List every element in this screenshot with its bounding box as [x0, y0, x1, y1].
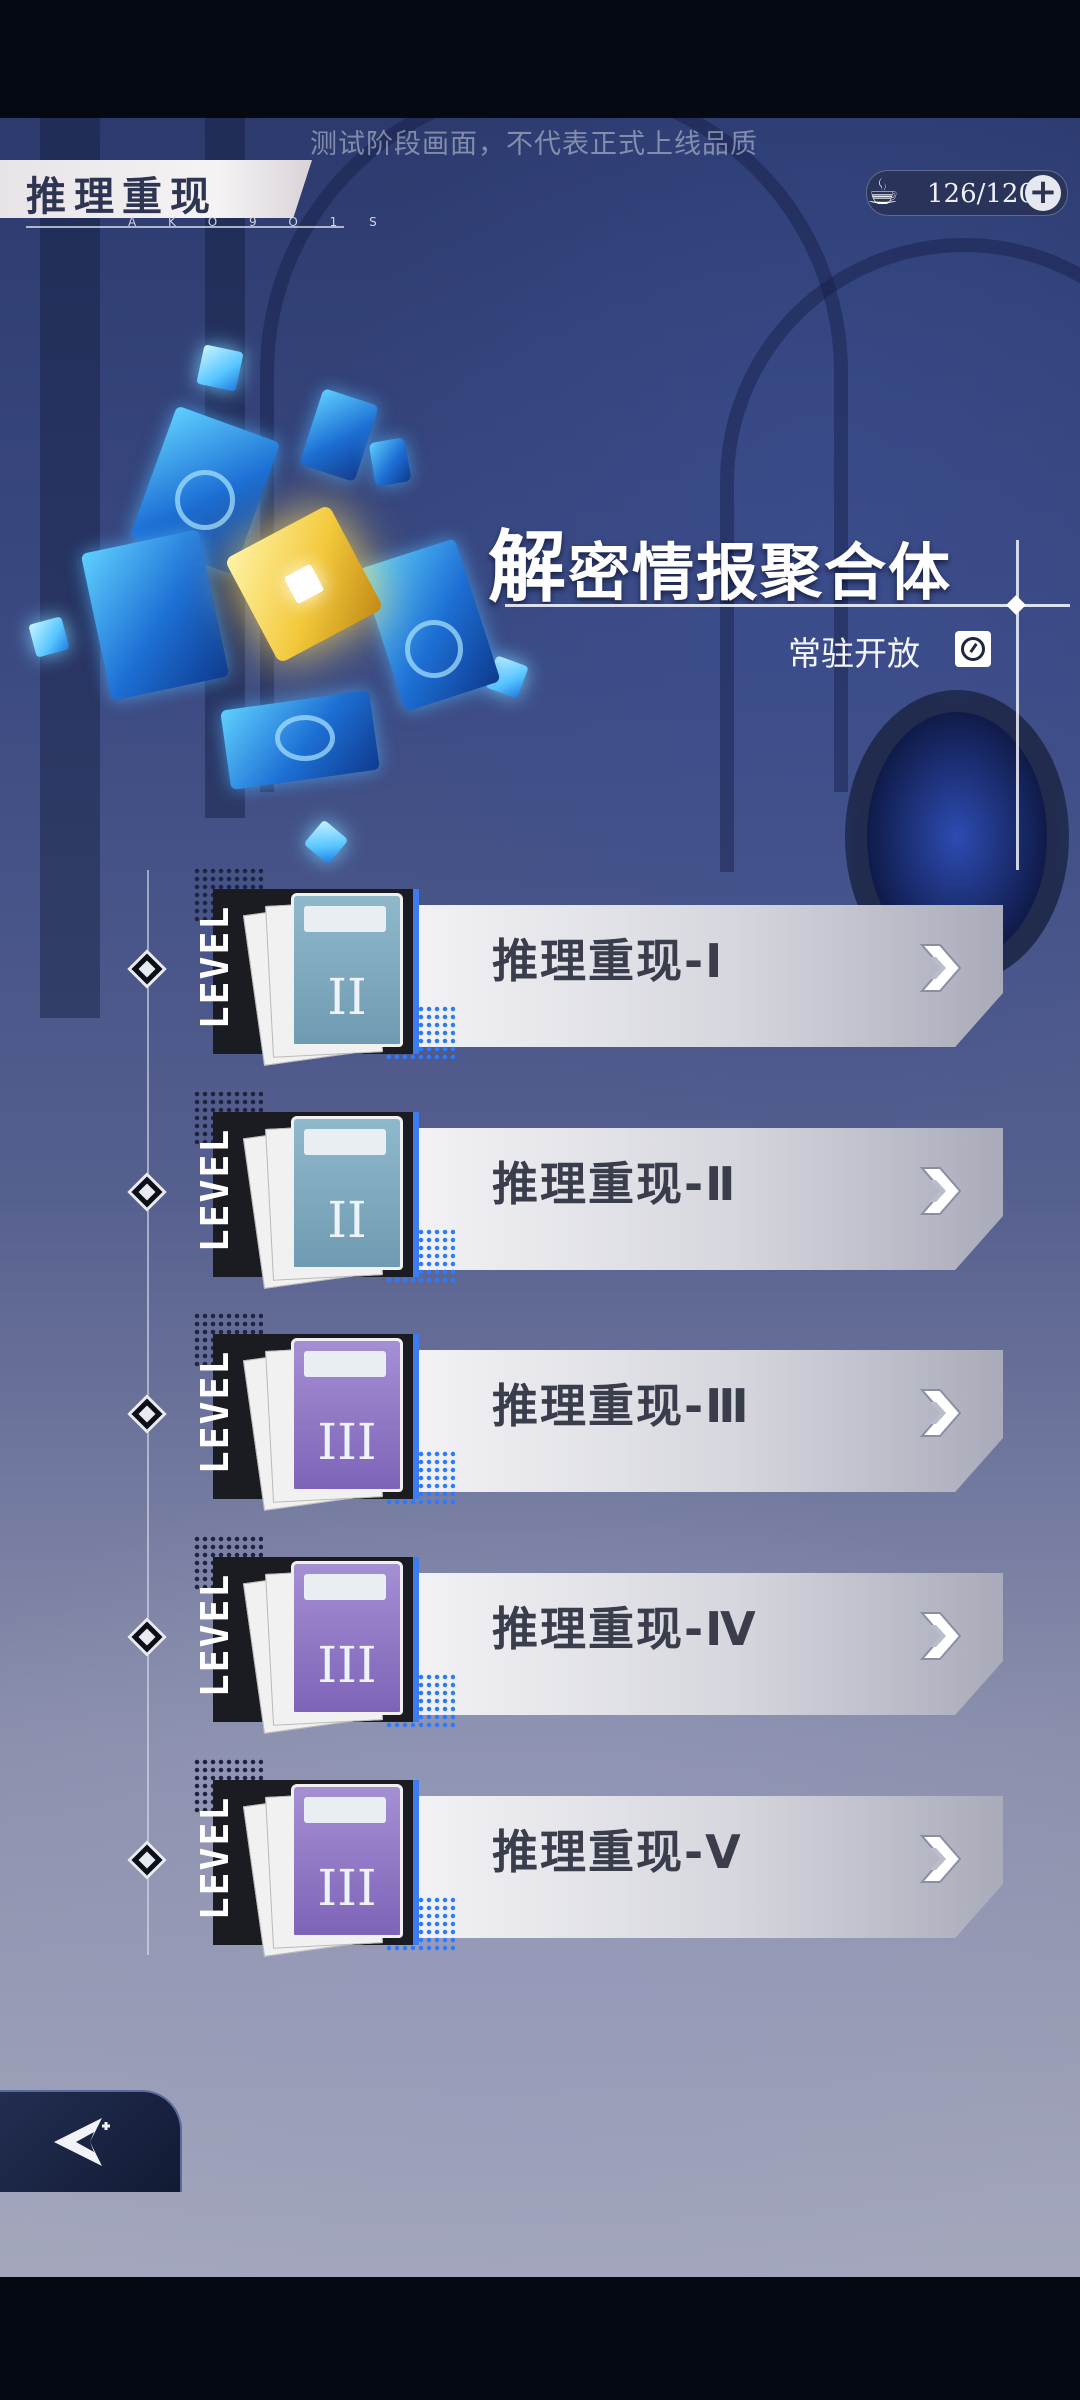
coffee-cup-icon: ☕: [866, 172, 900, 213]
level-icon-block[interactable]: LEVEL III: [193, 1535, 455, 1734]
event-title: 解密情报聚合体: [488, 505, 952, 617]
case-file-icon: III: [291, 1338, 403, 1492]
file-tier-numeral: III: [317, 1859, 377, 1917]
chevron-right-icon[interactable]: [918, 1166, 964, 1216]
file-tab: [304, 906, 386, 932]
back-arrow-icon: [54, 2118, 110, 2166]
event-title-rest: 密情报聚合体: [568, 536, 953, 609]
rune-circle-icon: [175, 470, 235, 530]
top-letterbox: [0, 0, 1080, 118]
chevron-right-icon[interactable]: [918, 943, 964, 993]
file-tier-numeral: II: [327, 1191, 367, 1249]
file-tier-numeral: III: [317, 1413, 377, 1471]
rune-circle-icon: [275, 715, 335, 761]
chevron-right-icon[interactable]: [918, 1388, 964, 1438]
level-icon-block[interactable]: LEVEL II: [193, 1090, 455, 1289]
case-file-icon: II: [291, 1116, 403, 1270]
back-button[interactable]: [0, 2090, 182, 2192]
level-icon-block[interactable]: LEVEL II: [193, 867, 455, 1066]
stamina-value: 126/120: [927, 179, 1036, 209]
stamina-counter: ☕ 126/120 +: [866, 170, 1068, 216]
file-tab: [304, 1574, 386, 1600]
level-card-label: 推理重现-Ⅱ: [492, 1157, 738, 1211]
file-tab: [304, 1797, 386, 1823]
level-word-label: LEVEL: [193, 1795, 238, 1921]
event-title-vertical-line: [1016, 540, 1019, 870]
page-subtitle: A K O 9 O 1 S: [128, 215, 391, 229]
level-word-label: LEVEL: [193, 1572, 238, 1698]
level-word-label: LEVEL: [193, 904, 238, 1030]
clock-icon: [955, 631, 991, 667]
rune-circle-icon: [405, 620, 463, 678]
small-cube-icon: [196, 344, 244, 392]
file-tier-numeral: II: [327, 968, 367, 1026]
file-tab: [304, 1129, 386, 1155]
case-file-icon: II: [291, 893, 403, 1047]
bottom-letterbox: [0, 2277, 1080, 2400]
test-watermark: 测试阶段画面，不代表正式上线品质: [310, 129, 758, 160]
add-stamina-button[interactable]: +: [1025, 175, 1061, 211]
level-card-label: 推理重现-Ⅴ: [492, 1825, 743, 1879]
case-file-icon: III: [291, 1784, 403, 1938]
level-icon-block[interactable]: LEVEL III: [193, 1312, 455, 1511]
page-title: 推理重现: [26, 173, 218, 220]
level-card-label: 推理重现-Ⅰ: [492, 934, 725, 988]
chevron-right-icon[interactable]: [918, 1611, 964, 1661]
case-file-icon: III: [291, 1561, 403, 1715]
event-status: 常驻开放: [788, 634, 920, 673]
level-card-label: 推理重现-Ⅳ: [492, 1602, 758, 1656]
file-tab: [304, 1351, 386, 1377]
chevron-right-icon[interactable]: [918, 1834, 964, 1884]
event-title-underline: [505, 604, 1070, 607]
level-word-label: LEVEL: [193, 1127, 238, 1253]
level-card-label: 推理重现-Ⅲ: [492, 1379, 751, 1433]
cube-shard-icon: [368, 437, 412, 487]
event-title-first-char: 解: [488, 522, 569, 613]
level-icon-block[interactable]: LEVEL III: [193, 1758, 455, 1957]
level-word-label: LEVEL: [193, 1349, 238, 1475]
file-tier-numeral: III: [317, 1636, 377, 1694]
